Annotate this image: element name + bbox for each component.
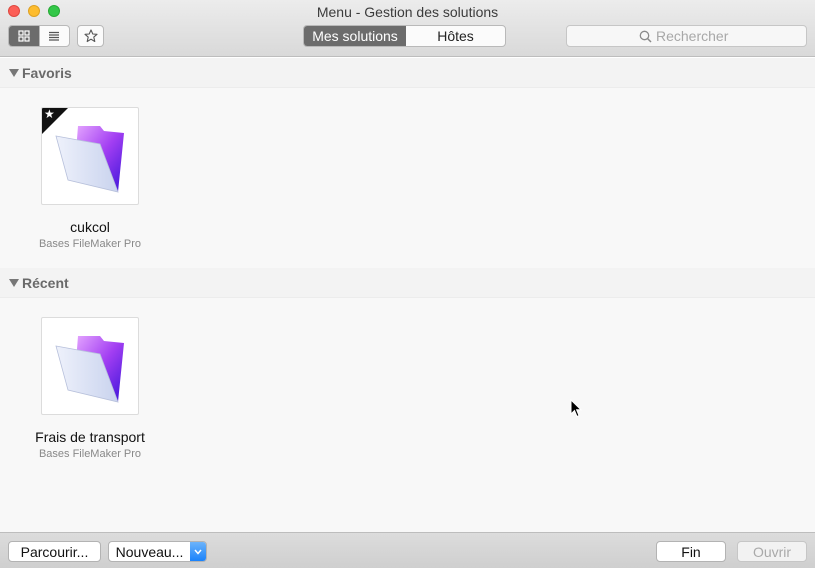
list-view-button[interactable] — [38, 26, 70, 46]
solution-type: Bases FileMaker Pro — [38, 238, 142, 250]
solution-thumbnail — [41, 317, 139, 415]
list-view-icon — [49, 31, 60, 41]
solution-thumbnail: ★ — [41, 107, 139, 205]
bottom-bar: Parcourir... Nouveau... Fin Ouvrir — [0, 532, 815, 568]
search-input[interactable] — [656, 28, 734, 44]
section-header-recent[interactable]: Récent — [0, 268, 815, 298]
title-bar: Menu - Gestion des solutions Mes solutio… — [0, 0, 815, 57]
favorite-star-icon: ★ — [44, 107, 55, 121]
section-title: Récent — [22, 274, 69, 291]
solution-name: Frais de transport — [35, 429, 145, 445]
search-field[interactable] — [566, 25, 807, 47]
section-title: Favoris — [22, 64, 72, 81]
solutions-tab-bar: Mes solutions Hôtes — [303, 25, 506, 47]
grid-view-icon — [18, 30, 30, 42]
solution-item-cukcol[interactable]: ★ cukcol Bases FileMaker Pro — [35, 107, 145, 250]
view-mode-switcher — [8, 25, 70, 47]
new-solution-dropdown[interactable]: Nouveau... — [108, 541, 207, 562]
favorites-button[interactable] — [77, 25, 104, 47]
window-title: Menu - Gestion des solutions — [316, 4, 499, 20]
browse-button[interactable]: Parcourir... — [8, 541, 101, 562]
search-icon — [639, 30, 652, 43]
section-header-favoris[interactable]: Favoris — [0, 58, 815, 88]
done-button[interactable]: Fin — [656, 541, 726, 562]
new-solution-button[interactable]: Nouveau... — [109, 542, 190, 561]
open-button[interactable]: Ouvrir — [737, 541, 807, 562]
disclosure-triangle-icon — [9, 278, 19, 287]
solutions-content: Favoris ★ cukcol Bases FileMaker Pro Réc… — [0, 58, 815, 532]
grid-view-button[interactable] — [9, 26, 39, 46]
solution-name: cukcol — [70, 219, 110, 235]
star-icon — [83, 29, 98, 43]
filemaker-folder-icon — [55, 336, 124, 403]
chevron-down-icon — [194, 549, 202, 555]
disclosure-triangle-icon — [9, 68, 19, 77]
solution-item-frais-de-transport[interactable]: Frais de transport Bases FileMaker Pro — [35, 317, 145, 460]
solution-type: Bases FileMaker Pro — [38, 448, 142, 460]
tab-hotes[interactable]: Hôtes — [406, 26, 505, 46]
mouse-cursor-icon — [570, 399, 582, 418]
tab-mes-solutions[interactable]: Mes solutions — [304, 26, 406, 46]
dropdown-arrow[interactable] — [190, 542, 206, 561]
